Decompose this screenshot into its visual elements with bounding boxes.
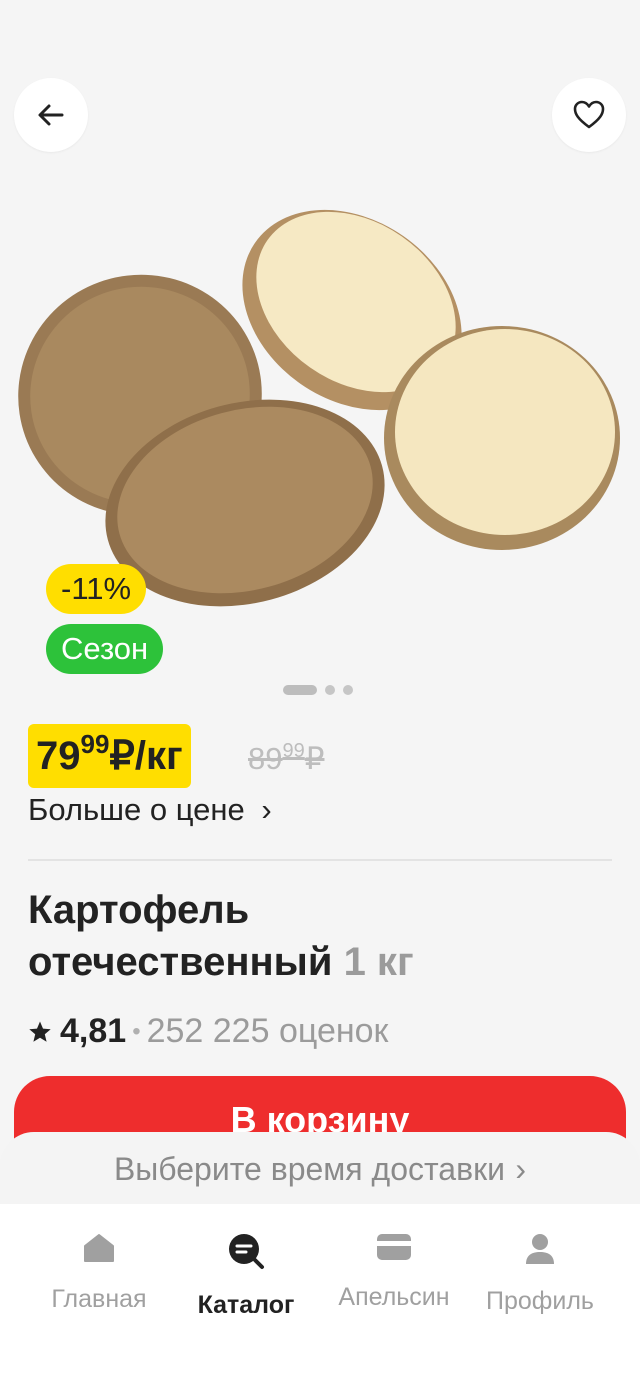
current-price: 79 99 ₽/кг (28, 724, 191, 788)
rating-separator: • (132, 1017, 141, 1045)
rating-value: 4,81 (60, 1012, 127, 1050)
old-price: 8999₽ (248, 740, 325, 777)
carousel-dot (343, 685, 353, 695)
nav-item-home[interactable]: Главная (19, 1232, 179, 1314)
season-badge: Сезон (46, 624, 164, 674)
profile-icon (526, 1234, 554, 1264)
product-image (18, 209, 620, 607)
back-button[interactable] (14, 78, 88, 152)
old-price-currency: ₽ (304, 741, 325, 776)
price-unit: ₽/кг (109, 734, 183, 778)
catalog-search-icon (229, 1234, 264, 1269)
nav-label-profile: Профиль (486, 1287, 594, 1315)
product-name-line1: Картофель (28, 888, 250, 932)
carousel-dot (325, 685, 335, 695)
price-main: 79 (36, 734, 81, 778)
price-details-link[interactable]: Больше о цене › (28, 792, 272, 828)
heart-icon (573, 100, 605, 129)
favorite-button[interactable] (552, 78, 626, 152)
price-cents: 99 (80, 729, 110, 759)
chevron-right-icon: › (515, 1151, 527, 1187)
nav-label-catalog: Каталог (197, 1291, 295, 1319)
divider (28, 859, 612, 861)
star-icon (29, 1021, 51, 1042)
chevron-right-icon: › (261, 792, 272, 827)
home-icon (84, 1234, 114, 1262)
rating[interactable]: 4,81 • 252 225 оценок (28, 1012, 388, 1051)
nav-item-apelsin[interactable]: Апельсин (314, 1232, 474, 1312)
rating-count: 252 225 оценок (146, 1012, 389, 1050)
nav-label-apelsin: Апельсин (338, 1283, 450, 1311)
arrow-left-icon (38, 104, 64, 126)
product-weight: 1 кг (343, 940, 414, 984)
carousel-indicator (283, 685, 361, 695)
old-price-cents: 99 (282, 740, 305, 762)
nav-item-catalog[interactable]: Каталог (166, 1232, 326, 1320)
delivery-time-label: Выберите время доставки (113, 1151, 505, 1187)
nav-label-home: Главная (51, 1285, 147, 1313)
discount-badge: -11% (46, 564, 147, 614)
potato-half-right (384, 326, 620, 550)
product-name-line2: отечественный (28, 940, 333, 984)
price-details-label: Больше о цене (28, 792, 245, 827)
carousel-dot (283, 685, 317, 695)
product-title: Картофель отечественный 1 кг (28, 884, 618, 988)
old-price-main: 89 (248, 741, 283, 776)
card-icon (377, 1234, 411, 1260)
nav-item-profile[interactable]: Профиль (460, 1232, 620, 1316)
